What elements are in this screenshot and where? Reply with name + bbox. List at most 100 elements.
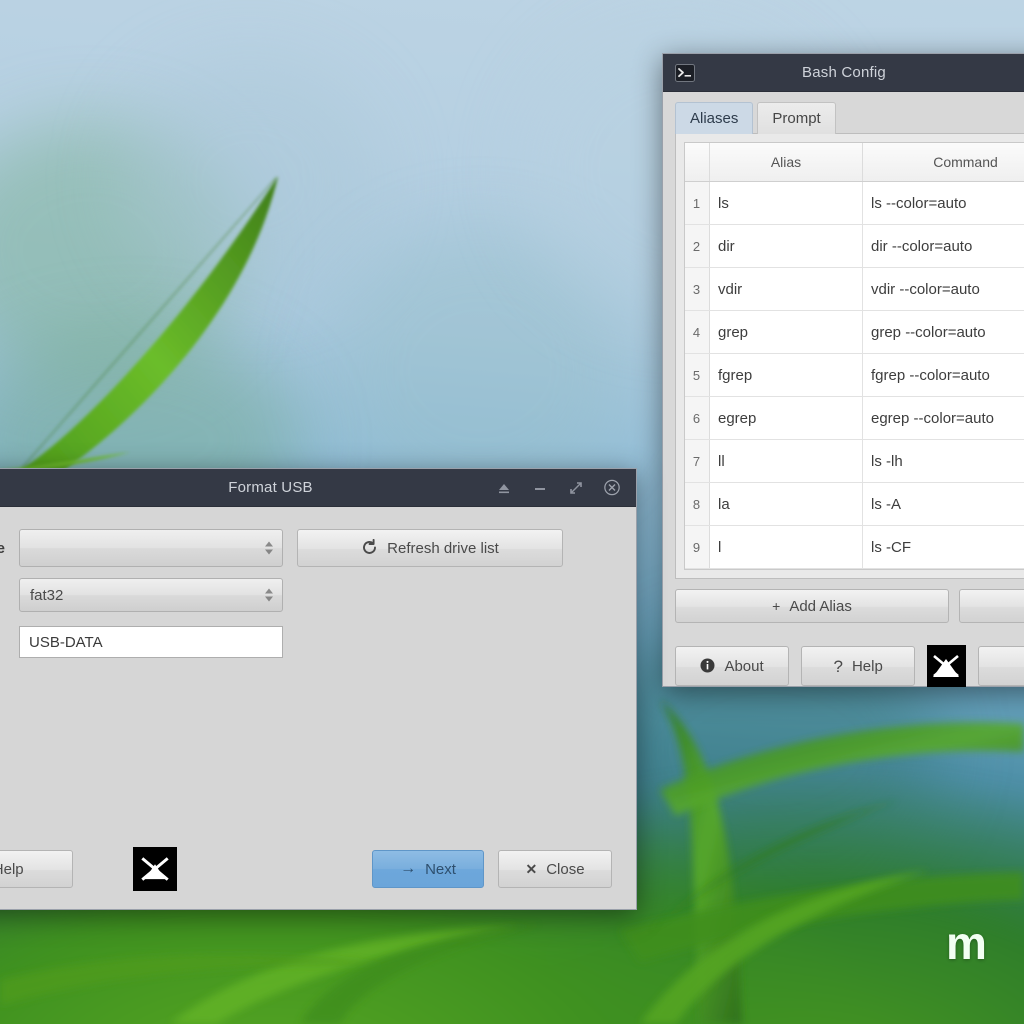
row-number: 4 bbox=[685, 310, 710, 354]
row-alias[interactable]: dir bbox=[709, 224, 863, 268]
alias-table-col-alias: Alias bbox=[709, 143, 863, 182]
device-select[interactable] bbox=[19, 529, 283, 567]
help-button[interactable]: ? Help bbox=[801, 646, 916, 686]
refresh-drive-list-button[interactable]: Refresh drive list bbox=[297, 529, 563, 567]
bash-config-title: Bash Config bbox=[802, 64, 886, 81]
arrow-right-icon: → bbox=[400, 860, 417, 877]
alias-table-col-rownum bbox=[685, 143, 710, 182]
row-alias[interactable]: la bbox=[709, 482, 863, 526]
alias-table[interactable]: Alias Command 1 ls ls --color=auto 2 dir dir … bbox=[684, 142, 1024, 570]
format-close-label: Close bbox=[546, 860, 585, 878]
row-number: 7 bbox=[685, 439, 710, 483]
table-row[interactable]: 9 l ls -CF bbox=[685, 525, 1024, 569]
volume-label-value: USB-DATA bbox=[29, 633, 103, 651]
desktop: m Bash Config Aliases Prompt Alias Comma… bbox=[0, 0, 1024, 1024]
row-alias[interactable]: ls bbox=[709, 181, 863, 225]
bash-config-window[interactable]: Bash Config Aliases Prompt Alias Command bbox=[662, 53, 1024, 687]
chevron-updown-icon bbox=[265, 541, 273, 555]
filesystem-select-value: fat32 bbox=[30, 586, 64, 604]
row-alias[interactable]: vdir bbox=[709, 267, 863, 311]
format-usb-body: Device Refresh drive list bbox=[0, 507, 636, 909]
row-number: 6 bbox=[685, 396, 710, 440]
add-alias-button[interactable]: + Add Alias bbox=[675, 589, 949, 623]
alias-action-row: + Add Alias bbox=[675, 589, 1024, 623]
row-number: 3 bbox=[685, 267, 710, 311]
row-command[interactable]: ls -CF bbox=[862, 525, 1024, 569]
format-usb-spacer bbox=[0, 658, 612, 847]
row-alias[interactable]: l bbox=[709, 525, 863, 569]
table-row[interactable]: 1 ls ls --color=auto bbox=[685, 181, 1024, 225]
table-row[interactable]: 4 grep grep --color=auto bbox=[685, 310, 1024, 354]
row-command[interactable]: dir --color=auto bbox=[862, 224, 1024, 268]
bash-config-body: Aliases Prompt Alias Command 1 ls ls --col bbox=[663, 92, 1024, 687]
table-row[interactable]: 6 egrep egrep --color=auto bbox=[685, 396, 1024, 440]
close-button-format[interactable]: ✕ Close bbox=[498, 850, 612, 888]
bash-config-titlebar[interactable]: Bash Config bbox=[663, 54, 1024, 92]
row-number: 8 bbox=[685, 482, 710, 526]
x-icon: ✕ bbox=[525, 861, 538, 877]
bash-config-tabs: Aliases Prompt bbox=[675, 102, 1024, 134]
row-number: 1 bbox=[685, 181, 710, 225]
next-label: Next bbox=[425, 860, 456, 878]
format-usb-footer: ? Help → Next ✕ bbox=[0, 847, 612, 891]
info-icon bbox=[700, 658, 715, 675]
close-button-bash[interactable] bbox=[977, 646, 1024, 686]
row-command[interactable]: vdir --color=auto bbox=[862, 267, 1024, 311]
plus-icon: + bbox=[772, 598, 781, 614]
alias-table-body: 1 ls ls --color=auto 2 dir dir --color=auto 3 v… bbox=[685, 181, 1024, 569]
refresh-icon bbox=[361, 538, 378, 558]
about-button[interactable]: About bbox=[675, 646, 790, 686]
minimize-icon[interactable] bbox=[532, 480, 548, 496]
format-usb-window[interactable]: Format USB e Refresh drive list fat32 US… bbox=[0, 468, 637, 910]
filesystem-row: fat32 bbox=[0, 578, 612, 612]
format-usb-window-controls bbox=[496, 479, 636, 496]
about-label: About bbox=[724, 657, 764, 675]
alias-table-grid: Alias Command 1 ls ls --color=auto 2 dir dir … bbox=[685, 143, 1024, 569]
remove-alias-button[interactable] bbox=[959, 589, 1024, 623]
format-usb-titlebar[interactable]: Format USB bbox=[0, 469, 636, 507]
row-command[interactable]: grep --color=auto bbox=[862, 310, 1024, 354]
add-alias-label: Add Alias bbox=[789, 597, 852, 615]
refresh-drive-list-label: Refresh drive list bbox=[387, 539, 499, 557]
row-command[interactable]: ls --color=auto bbox=[862, 181, 1024, 225]
bash-config-footer: About ? Help bbox=[675, 645, 1024, 687]
row-command[interactable]: ls -A bbox=[862, 482, 1024, 526]
alias-table-header-row: Alias Command bbox=[685, 143, 1024, 182]
table-row[interactable]: 5 fgrep fgrep --color=auto bbox=[685, 353, 1024, 397]
row-number: 5 bbox=[685, 353, 710, 397]
question-icon: ? bbox=[833, 656, 843, 676]
alias-table-panel: Alias Command 1 ls ls --color=auto 2 dir dir … bbox=[675, 133, 1024, 579]
row-alias[interactable]: egrep bbox=[709, 396, 863, 440]
shade-icon[interactable] bbox=[496, 480, 512, 496]
maximize-icon[interactable] bbox=[568, 480, 584, 496]
row-alias[interactable]: grep bbox=[709, 310, 863, 354]
table-row[interactable]: 8 la ls -A bbox=[685, 482, 1024, 526]
device-row: Device Refresh drive list bbox=[0, 529, 612, 567]
alias-table-col-command: Command bbox=[862, 143, 1024, 182]
mx-logo-icon bbox=[927, 645, 966, 687]
next-button[interactable]: → Next bbox=[372, 850, 484, 888]
device-label: Device bbox=[0, 539, 5, 557]
close-icon[interactable] bbox=[604, 479, 620, 496]
row-command[interactable]: ls -lh bbox=[862, 439, 1024, 483]
label-row: USB-DATA bbox=[0, 626, 612, 658]
table-row[interactable]: 2 dir dir --color=auto bbox=[685, 224, 1024, 268]
tab-aliases[interactable]: Aliases bbox=[675, 102, 754, 134]
terminal-icon bbox=[675, 63, 695, 82]
row-command[interactable]: egrep --color=auto bbox=[862, 396, 1024, 440]
tab-prompt[interactable]: Prompt bbox=[757, 102, 836, 134]
format-help-button[interactable]: ? Help bbox=[0, 850, 73, 888]
row-alias[interactable]: fgrep bbox=[709, 353, 863, 397]
row-alias[interactable]: ll bbox=[709, 439, 863, 483]
format-help-label: Help bbox=[0, 860, 24, 878]
row-command[interactable]: fgrep --color=auto bbox=[862, 353, 1024, 397]
mx-logo-icon-2 bbox=[133, 847, 177, 891]
filesystem-select[interactable]: fat32 bbox=[19, 578, 283, 612]
table-row[interactable]: 7 ll ls -lh bbox=[685, 439, 1024, 483]
table-row[interactable]: 3 vdir vdir --color=auto bbox=[685, 267, 1024, 311]
row-number: 9 bbox=[685, 525, 710, 569]
chevron-updown-icon-2 bbox=[265, 588, 273, 602]
help-label: Help bbox=[851, 657, 883, 675]
volume-label-input[interactable]: USB-DATA bbox=[19, 626, 283, 658]
desktop-watermark: m bbox=[946, 917, 987, 969]
